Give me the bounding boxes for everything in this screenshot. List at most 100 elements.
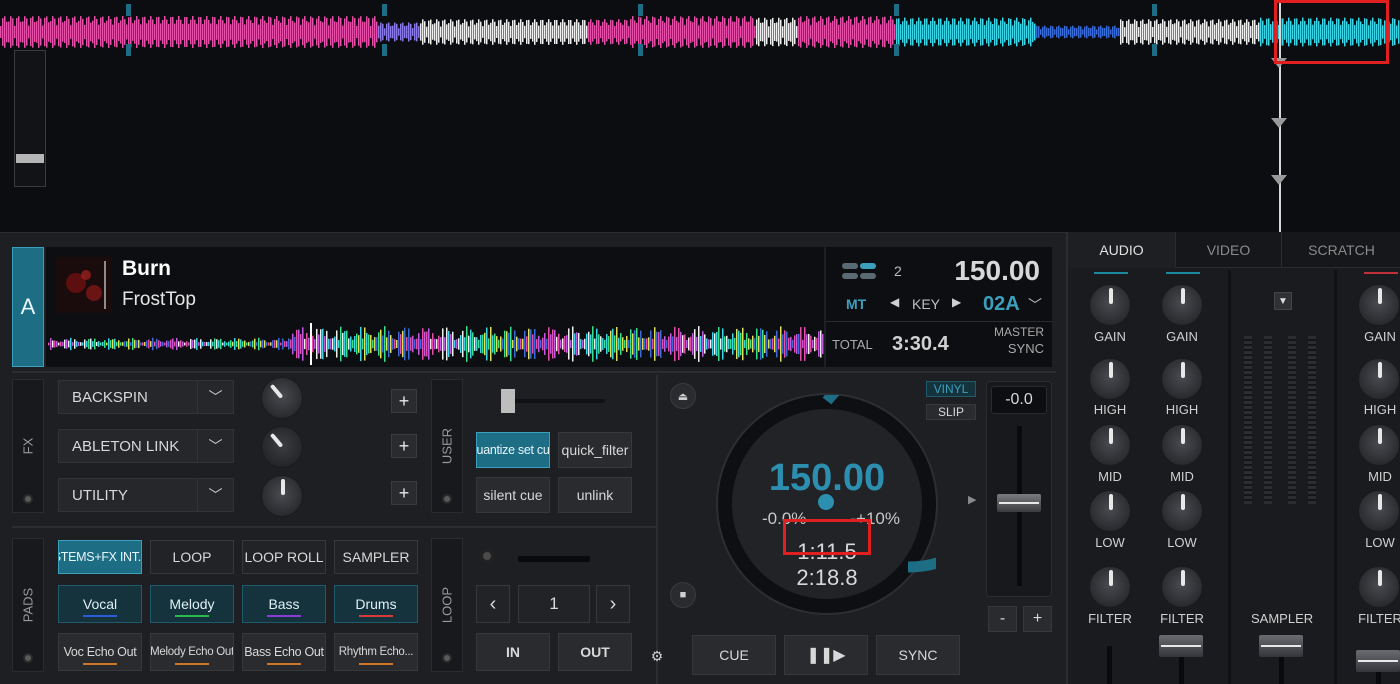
filter-knob-a[interactable] — [1089, 566, 1131, 608]
key-down-icon[interactable]: ◀ — [890, 295, 899, 309]
cue-marker[interactable] — [638, 4, 643, 16]
volume-fader-b-thumb[interactable] — [1159, 635, 1203, 657]
high-knob-c[interactable] — [1358, 358, 1400, 400]
fx-1-add-button[interactable]: + — [391, 389, 417, 413]
fx-slot-3[interactable]: UTILITY ﹀ — [58, 478, 234, 512]
fx-3-add-button[interactable]: + — [391, 481, 417, 505]
pad-drums[interactable]: Drums — [334, 585, 418, 623]
fx-3-knob[interactable] — [261, 475, 303, 517]
loop-slider[interactable] — [518, 556, 590, 562]
deck-layout-toggle-icon[interactable] — [842, 263, 878, 279]
key-value[interactable]: 02A — [983, 293, 1020, 316]
low-knob-b[interactable] — [1161, 490, 1203, 532]
cue-button[interactable]: CUE — [692, 635, 776, 675]
gear-icon[interactable]: ⚙ — [646, 645, 668, 667]
low-knob-a[interactable] — [1089, 490, 1131, 532]
fx-slot-2[interactable]: ABLETON LINK ﹀ — [58, 429, 234, 463]
pad-melody[interactable]: Melody — [150, 585, 234, 623]
chevron-down-icon[interactable]: ﹀ — [197, 381, 233, 413]
loop-out-button[interactable]: OUT — [558, 633, 632, 671]
user-indicator[interactable] — [442, 494, 452, 504]
cue-marker[interactable] — [382, 44, 387, 56]
chevron-down-icon[interactable]: ﹀ — [197, 430, 233, 462]
pad-mode-loop[interactable]: LOOP — [150, 540, 234, 574]
play-pause-icon[interactable]: ❚❚▶ — [784, 635, 868, 675]
cue-marker[interactable] — [894, 44, 899, 56]
cue-marker[interactable] — [126, 4, 131, 16]
sync-button[interactable]: SYNC — [876, 635, 960, 675]
cue-marker[interactable] — [1152, 4, 1157, 16]
pad-mode-sampler[interactable]: SAMPLER — [334, 540, 418, 574]
tab-scratch[interactable]: SCRATCH — [1282, 232, 1400, 268]
mid-knob-b[interactable] — [1161, 424, 1203, 466]
overview-waveform[interactable] — [0, 0, 1400, 232]
user-slider-thumb[interactable] — [501, 389, 515, 413]
mid-knob-a[interactable] — [1089, 424, 1131, 466]
filter-knob-b[interactable] — [1161, 566, 1203, 608]
pad-mode-loop-roll[interactable]: LOOP ROLL — [242, 540, 326, 574]
filter-knob-c[interactable] — [1358, 566, 1400, 608]
gain-knob-a[interactable] — [1089, 284, 1131, 326]
pad-mode-stems-fx[interactable]: STEMS+FX INT... — [58, 540, 142, 574]
zoom-scrollbar[interactable] — [14, 50, 46, 187]
chevron-down-icon[interactable]: ﹀ — [197, 479, 233, 511]
loop-next-button[interactable]: › — [596, 585, 630, 623]
low-knob-c[interactable] — [1358, 490, 1400, 532]
pitch-minus-button[interactable]: - — [988, 606, 1017, 632]
pad-bass-echo-out[interactable]: Bass Echo Out — [242, 633, 326, 671]
loop-size[interactable]: 1 — [518, 585, 590, 623]
pad-melody-echo-out[interactable]: Melody Echo Out — [150, 633, 234, 671]
master-tempo-button[interactable]: MT — [846, 296, 866, 312]
zoom-scrollbar-thumb[interactable] — [16, 154, 44, 163]
mid-knob-c[interactable] — [1358, 424, 1400, 466]
key-up-icon[interactable]: ▶ — [952, 295, 961, 309]
loop-in-button[interactable]: IN — [476, 633, 550, 671]
sampler-fader-thumb[interactable] — [1259, 635, 1303, 657]
user-slider[interactable] — [501, 399, 605, 403]
loop-prev-button[interactable]: ‹ — [476, 585, 510, 623]
volume-fader-a[interactable] — [1107, 646, 1112, 684]
gain-knob-b[interactable] — [1161, 284, 1203, 326]
cue-marker[interactable] — [638, 44, 643, 56]
sync-label[interactable]: SYNC — [1008, 341, 1044, 356]
fx-2-add-button[interactable]: + — [391, 434, 417, 458]
quick-filter-button[interactable]: quick_filter — [558, 432, 632, 468]
pads-indicator[interactable] — [23, 653, 33, 663]
fx-slot-1[interactable]: BACKSPIN ﹀ — [58, 380, 234, 414]
silent-cue-button[interactable]: silent cue — [476, 477, 550, 513]
pitch-fader-thumb[interactable] — [997, 494, 1041, 512]
tab-audio[interactable]: AUDIO — [1068, 232, 1176, 268]
high-knob-b[interactable] — [1161, 358, 1203, 400]
deck-letter[interactable]: A — [12, 247, 44, 367]
fx-indicator[interactable] — [23, 494, 33, 504]
loop-led-icon[interactable] — [480, 549, 494, 563]
pad-vocal[interactable]: Vocal — [58, 585, 142, 623]
pad-voc-echo-out[interactable]: Voc Echo Out — [58, 633, 142, 671]
pad-rhythm-echo[interactable]: Rhythm Echo... — [334, 633, 418, 671]
cue-marker[interactable] — [382, 4, 387, 16]
bpm-display[interactable]: 150.00 — [954, 255, 1040, 287]
pitch-value[interactable]: -0.0 — [991, 386, 1047, 414]
quantize-set-cue-button[interactable]: quantize set cue — [476, 432, 550, 468]
loop-indicator[interactable] — [442, 653, 452, 663]
overview-waveform-graphic[interactable] — [0, 0, 1400, 70]
eject-icon[interactable]: ⏏ — [670, 383, 696, 409]
sampler-dropdown-icon[interactable]: ▼ — [1274, 292, 1292, 310]
tab-video[interactable]: VIDEO — [1176, 232, 1282, 268]
gain-knob-c[interactable] — [1358, 284, 1400, 326]
high-knob-a[interactable] — [1089, 358, 1131, 400]
fx-1-knob[interactable] — [261, 377, 303, 419]
pad-bass[interactable]: Bass — [242, 585, 326, 623]
cue-marker[interactable] — [1152, 44, 1157, 56]
chevron-down-icon[interactable]: ﹀ — [1028, 295, 1042, 315]
stop-icon[interactable]: ■ — [670, 582, 696, 608]
unlink-button[interactable]: unlink — [558, 477, 632, 513]
triangle-right-icon[interactable]: ▶ — [968, 493, 976, 506]
pitch-plus-button[interactable]: + — [1023, 606, 1052, 632]
cue-marker[interactable] — [126, 44, 131, 56]
track-waveform[interactable] — [48, 323, 824, 365]
volume-fader-c-thumb[interactable] — [1356, 650, 1400, 672]
waveform-bar — [124, 341, 126, 347]
fx-2-knob[interactable] — [261, 426, 303, 468]
cue-marker[interactable] — [894, 4, 899, 16]
